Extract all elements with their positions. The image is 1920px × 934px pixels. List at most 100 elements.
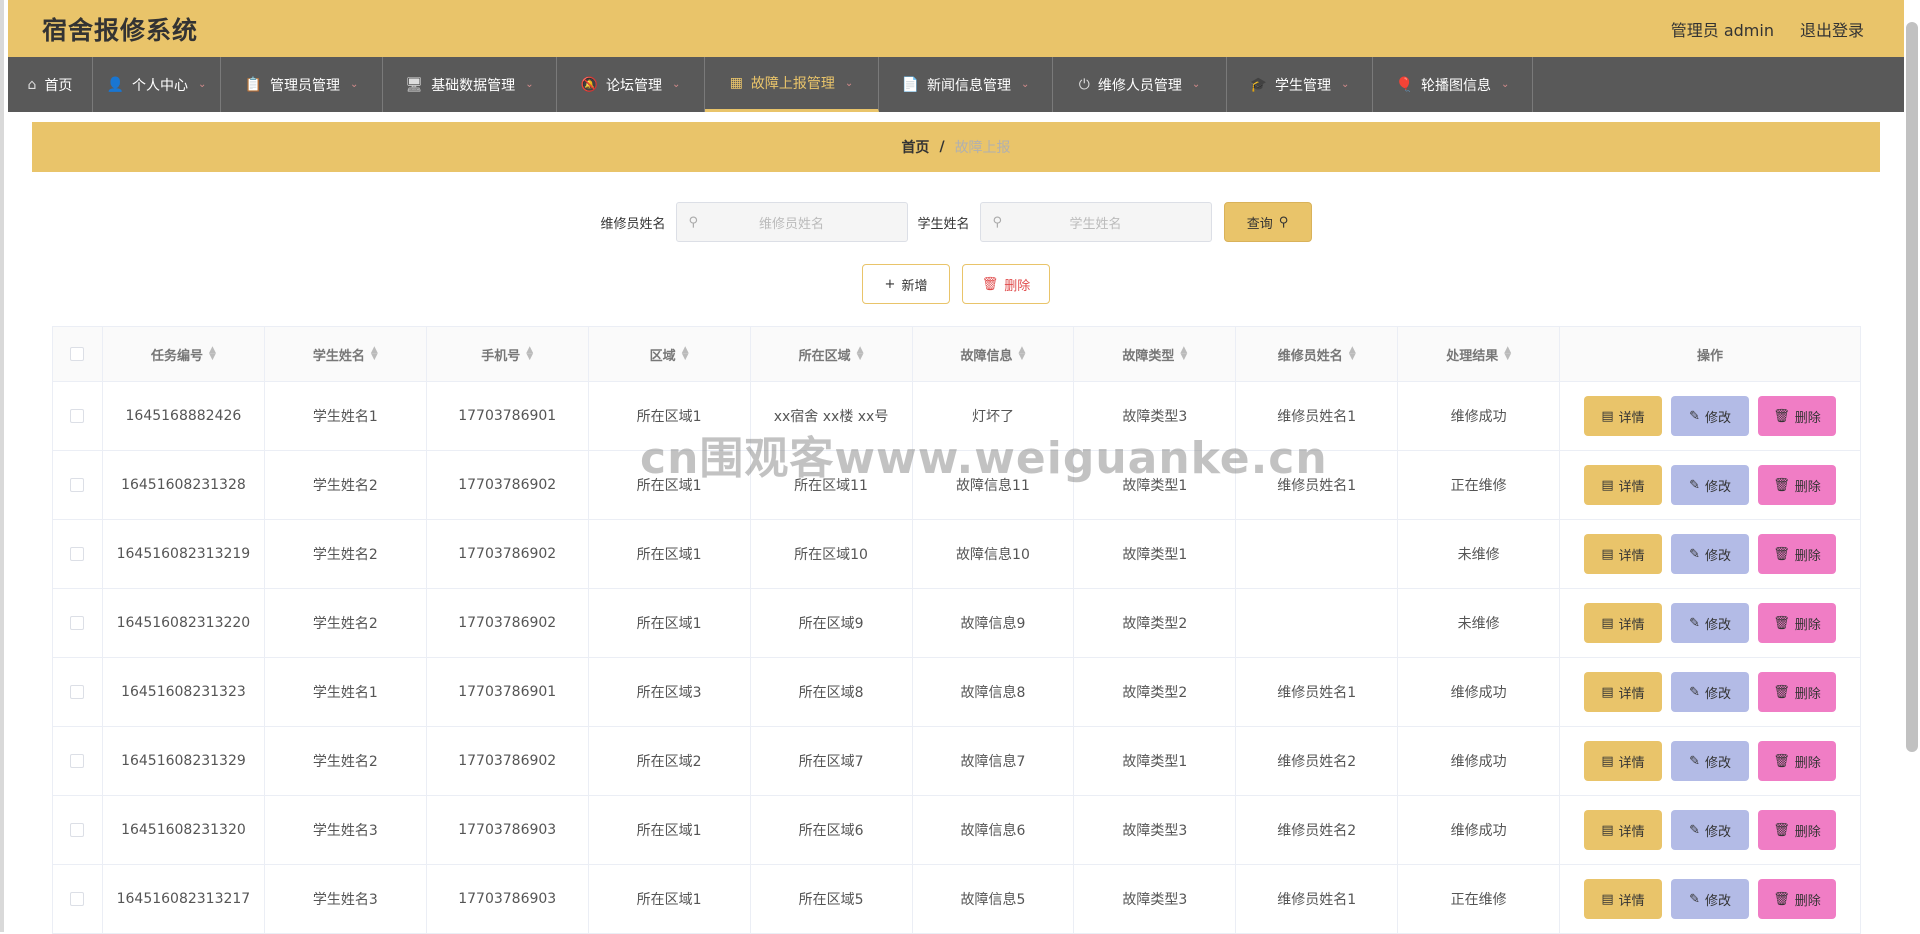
column-header-label: 处理结果 (1446, 348, 1499, 364)
nav-item-2[interactable]: 📋 管理员管理 ⌄ (221, 57, 383, 112)
table-cell: 所在区域5 (751, 865, 913, 933)
row-checkbox[interactable] (70, 892, 85, 906)
delete-button[interactable]: 🗑 删除 (1758, 810, 1837, 850)
column-header[interactable]: 区域 ▲ ▼ (589, 327, 751, 381)
table-row[interactable]: 16451608231320 学生姓名3 17703786903 所在区域1 所在区域6… (53, 796, 1861, 865)
column-header[interactable]: 故障信息 ▲ ▼ (913, 327, 1075, 381)
table-row[interactable]: 164516082313220 学生姓名2 17703786902 所在区域1 所在区域… (53, 589, 1861, 658)
sort-icon[interactable]: ▲ ▼ (209, 346, 216, 362)
row-checkbox[interactable] (70, 478, 85, 492)
delete-button-label: 删除 (1794, 548, 1821, 564)
row-checkbox[interactable] (70, 409, 85, 423)
edit-button[interactable]: ✎ 修改 (1671, 465, 1750, 505)
row-select-cell (53, 658, 103, 726)
scrollbar[interactable] (1906, 22, 1918, 752)
add-button[interactable]: + 新增 (862, 264, 950, 304)
detail-button[interactable]: ▤ 详情 (1584, 396, 1663, 436)
delete-button[interactable]: 🗑 删除 (1758, 741, 1837, 781)
row-checkbox[interactable] (70, 685, 85, 699)
top-header: 宿舍报修系统 管理员 admin 退出登录 (8, 0, 1904, 57)
table-row[interactable]: 164516082313217 学生姓名3 17703786903 所在区域1 所在区域… (53, 865, 1861, 934)
repairer-name-input[interactable]: ⚲ 维修员姓名 (675, 202, 908, 242)
column-header[interactable]: 学生姓名 ▲ ▼ (265, 327, 427, 381)
select-all-checkbox[interactable] (70, 347, 85, 361)
edit-button-label: 修改 (1704, 893, 1731, 909)
table-row[interactable]: 16451608231329 学生姓名2 17703786902 所在区域2 所在区域7… (53, 727, 1861, 796)
sort-icon[interactable]: ▲ ▼ (682, 346, 689, 362)
sort-icon[interactable]: ▲ ▼ (1504, 346, 1511, 362)
nav-item-5[interactable]: ▦ 故障上报管理 ⌄ (705, 57, 879, 112)
delete-button[interactable]: 🗑 删除 (1758, 465, 1837, 505)
nav-item-0[interactable]: ⌂ 首页 (8, 57, 93, 112)
nav-item-6[interactable]: 📄 新闻信息管理 ⌄ (879, 57, 1053, 112)
edit-button[interactable]: ✎ 修改 (1671, 741, 1750, 781)
column-header[interactable]: 任务编号 ▲ ▼ (103, 327, 265, 381)
search-bar: 维修员姓名 ⚲ 维修员姓名 学生姓名 ⚲ 学生姓名 查询 ⚲ (32, 202, 1880, 242)
detail-button[interactable]: ▤ 详情 (1584, 741, 1663, 781)
detail-button[interactable]: ▤ 详情 (1584, 603, 1663, 643)
row-ops-cell: ▤ 详情 ✎ 修改 🗑 删除 (1560, 382, 1861, 450)
table-cell: 164516082313220 (103, 589, 265, 657)
column-header[interactable]: 处理结果 ▲ ▼ (1398, 327, 1561, 381)
edit-button[interactable]: ✎ 修改 (1671, 534, 1750, 574)
column-header[interactable]: 手机号 ▲ ▼ (427, 327, 589, 381)
row-checkbox[interactable] (70, 616, 85, 630)
nav-item-4[interactable]: 🔕 论坛管理 ⌄ (557, 57, 705, 112)
nav-item-3[interactable]: 🖥 基础数据管理 ⌄ (383, 57, 557, 112)
detail-button[interactable]: ▤ 详情 (1584, 534, 1663, 574)
delete-button[interactable]: 🗑 删除 (1758, 879, 1837, 919)
breadcrumb-home[interactable]: 首页 (901, 137, 929, 157)
table-cell: 所在区域1 (589, 865, 751, 933)
row-ops-cell: ▤ 详情 ✎ 修改 🗑 删除 (1560, 589, 1861, 657)
student-name-input[interactable]: ⚲ 学生姓名 (979, 202, 1212, 242)
table-row[interactable]: 16451608231323 学生姓名1 17703786901 所在区域3 所在区域8… (53, 658, 1861, 727)
edit-button[interactable]: ✎ 修改 (1671, 810, 1750, 850)
sort-icon[interactable]: ▲ ▼ (526, 346, 533, 362)
breadcrumb-separator: / (939, 139, 945, 155)
edit-button[interactable]: ✎ 修改 (1671, 603, 1750, 643)
column-header-label: 手机号 (481, 348, 521, 364)
detail-button[interactable]: ▤ 详情 (1584, 879, 1663, 919)
edit-button[interactable]: ✎ 修改 (1671, 879, 1750, 919)
detail-button[interactable]: ▤ 详情 (1584, 810, 1663, 850)
column-header[interactable]: 所在区域 ▲ ▼ (751, 327, 913, 381)
row-checkbox[interactable] (70, 823, 85, 837)
chevron-down-icon: ⌄ (1501, 79, 1510, 90)
current-user-label: 管理员 admin (1670, 20, 1774, 40)
sort-icon[interactable]: ▲ ▼ (1349, 346, 1356, 362)
sort-icon[interactable]: ▲ ▼ (1019, 346, 1026, 362)
sort-icon[interactable]: ▲ ▼ (1180, 346, 1187, 362)
table-row[interactable]: 164516082313219 学生姓名2 17703786902 所在区域1 所在区域… (53, 520, 1861, 589)
nav-item-7[interactable]: ⏻ 维修人员管理 ⌄ (1053, 57, 1227, 112)
student-name-placeholder: 学生姓名 (1069, 216, 1122, 232)
detail-button[interactable]: ▤ 详情 (1584, 672, 1663, 712)
logout-link[interactable]: 退出登录 (1800, 17, 1864, 41)
balloon-icon: 🎈 (1395, 76, 1414, 93)
nav-item-1[interactable]: 👤 个人中心 ⌄ (93, 57, 221, 112)
table-cell: 维修成功 (1398, 382, 1561, 450)
query-button[interactable]: 查询 ⚲ (1223, 202, 1312, 242)
row-checkbox[interactable] (70, 754, 85, 768)
batch-delete-button[interactable]: 🗑 删除 (962, 264, 1050, 304)
column-header[interactable]: 故障类型 ▲ ▼ (1074, 327, 1237, 381)
document-icon: ▤ (1601, 891, 1614, 907)
sort-icon[interactable]: ▲ ▼ (857, 346, 864, 362)
trash-icon: 🗑 (1773, 546, 1790, 562)
edit-button[interactable]: ✎ 修改 (1671, 672, 1750, 712)
nav-item-9[interactable]: 🎈 轮播图信息 ⌄ (1373, 57, 1533, 112)
nav-item-8[interactable]: 🎓 学生管理 ⌄ (1227, 57, 1373, 112)
edit-button[interactable]: ✎ 修改 (1671, 396, 1750, 436)
bell-off-icon: 🔕 (580, 76, 599, 93)
detail-button[interactable]: ▤ 详情 (1584, 465, 1663, 505)
delete-button[interactable]: 🗑 删除 (1758, 603, 1837, 643)
delete-button[interactable]: 🗑 删除 (1758, 672, 1837, 712)
pencil-icon: ✎ (1689, 891, 1700, 907)
delete-button[interactable]: 🗑 删除 (1758, 534, 1837, 574)
person-icon: 👤 (106, 76, 125, 93)
table-cell: 维修员姓名1 (1236, 658, 1399, 726)
sort-icon[interactable]: ▲ ▼ (371, 346, 378, 362)
row-ops: ▤ 详情 ✎ 修改 🗑 删除 (1584, 672, 1837, 712)
delete-button[interactable]: 🗑 删除 (1758, 396, 1837, 436)
column-header[interactable]: 维修员姓名 ▲ ▼ (1236, 327, 1399, 381)
row-checkbox[interactable] (70, 547, 85, 561)
